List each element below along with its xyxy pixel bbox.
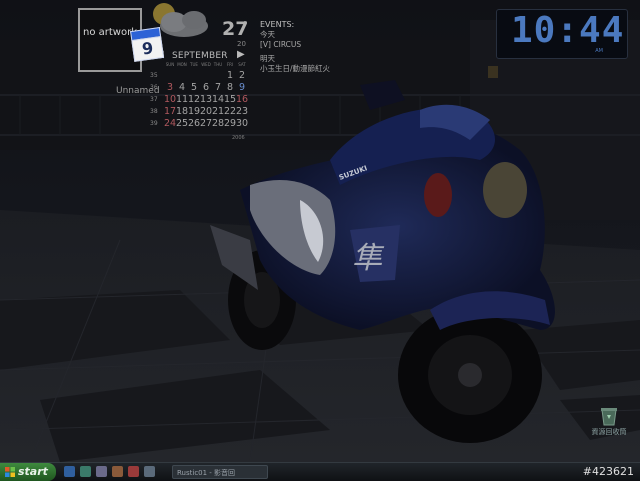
quicklaunch-media-icon[interactable] [96, 466, 107, 477]
calendar-day[interactable]: 4 [176, 82, 188, 94]
calendar-day[interactable]: 5 [188, 82, 200, 94]
calendar-day[interactable]: 29 [224, 118, 236, 130]
calendar-day[interactable]: 20 [200, 106, 212, 118]
events-widget: EVENTS: 今天 [V] CIRCUS 明天 小玉生日/動漫節紅火 [260, 20, 330, 74]
taskbar: start Rustic01 - 影音回 #423621 [0, 462, 640, 481]
calendar-week-row: 37 10 11 12 13 14 15 16 [148, 94, 252, 106]
weather-degree-symbol: ° [243, 20, 247, 29]
calendar-next-icon[interactable]: ▶ [237, 49, 245, 60]
calendar-year: 2006 [232, 135, 245, 141]
taskbar-window-button[interactable]: Rustic01 - 影音回 [172, 465, 268, 479]
calendar-day[interactable]: 10 [164, 94, 176, 106]
calendar-day[interactable]: 17 [164, 106, 176, 118]
weekday-label: SAT [238, 62, 246, 67]
calendar-week-row: 35 1 2 [148, 70, 252, 82]
weekday-label: FRI [226, 62, 234, 67]
clock-time: 10:44 [511, 10, 625, 51]
events-today-item[interactable]: [V] CIRCUS [260, 40, 330, 50]
digital-clock-widget[interactable]: 10:44 AM [496, 9, 628, 59]
windows-flag-icon [5, 467, 15, 477]
calendar-week-row: 39 24 25 26 27 28 29 30 [148, 118, 252, 130]
calendar-day[interactable]: 18 [176, 106, 188, 118]
calendar-day[interactable]: 15 [224, 94, 236, 106]
calendar-day[interactable]: 8 [224, 82, 236, 94]
calendar-day[interactable] [164, 70, 176, 82]
recycle-bin-icon [600, 406, 618, 426]
calendar-day[interactable]: 2 [236, 70, 248, 82]
events-tomorrow-item[interactable]: 小玉生日/動漫節紅火 [260, 64, 330, 74]
calendar-day[interactable]: 3 [164, 82, 176, 94]
calendar-day[interactable] [212, 70, 224, 82]
week-number: 37 [150, 96, 158, 103]
clock-ampm: AM [595, 48, 603, 54]
calendar-month: SEPTEMBER [172, 51, 228, 61]
quicklaunch-show-desktop-icon[interactable] [80, 466, 91, 477]
calendar-weekday-row: SUN MON TUE WED THU FRI SAT [164, 62, 252, 70]
calendar-day-today[interactable]: 9 [236, 82, 248, 94]
recycle-bin-shortcut[interactable]: 資源回收筒 [586, 406, 632, 437]
image-code-label: #423621 [582, 465, 634, 478]
events-today-label: 今天 [260, 30, 275, 39]
calendar-day[interactable]: 24 [164, 118, 176, 130]
calendar-day[interactable]: 27 [200, 118, 212, 130]
calendar-day[interactable] [200, 70, 212, 82]
start-button[interactable]: start [0, 463, 56, 481]
weekday-label: SUN [165, 62, 175, 67]
calendar-day[interactable]: 30 [236, 118, 248, 130]
weather-low-temperature: 20 [237, 40, 246, 48]
weekday-label: TUE [190, 62, 198, 67]
recycle-bin-label: 資源回收筒 [591, 428, 627, 436]
calendar-day[interactable] [188, 70, 200, 82]
week-number: 38 [150, 108, 158, 115]
calendar-day[interactable]: 11 [176, 94, 188, 106]
calendar-day[interactable]: 22 [224, 106, 236, 118]
weekday-label: THU [213, 62, 223, 67]
calendar-day[interactable]: 28 [212, 118, 224, 130]
calendar-day[interactable]: 14 [212, 94, 224, 106]
calendar-day[interactable]: 16 [236, 94, 248, 106]
calendar-week-row: 36 3 4 5 6 7 8 9 [148, 82, 252, 94]
quicklaunch-browser-icon[interactable] [64, 466, 75, 477]
events-tomorrow-label: 明天 [260, 54, 275, 63]
calendar-day[interactable]: 23 [236, 106, 248, 118]
events-header: EVENTS: [260, 20, 295, 29]
week-number: 39 [150, 120, 158, 127]
calendar-day[interactable]: 19 [188, 106, 200, 118]
week-number: 36 [150, 84, 158, 91]
calendar-day[interactable]: 12 [188, 94, 200, 106]
calendar-icon-day: 9 [131, 35, 165, 62]
calendar-day[interactable] [176, 70, 188, 82]
quicklaunch-app-icon[interactable] [128, 466, 139, 477]
calendar-widget: ◀ SEPTEMBER ▶ SUN MON TUE WED THU FRI SA… [148, 48, 252, 141]
calendar-day[interactable]: 1 [224, 70, 236, 82]
calendar-day[interactable]: 13 [200, 94, 212, 106]
calendar-icon[interactable]: 9 [130, 27, 165, 62]
week-number: 35 [150, 72, 158, 79]
calendar-week-row: 38 17 18 19 20 21 22 23 [148, 106, 252, 118]
calendar-day[interactable]: 7 [212, 82, 224, 94]
calendar-day[interactable]: 26 [188, 118, 200, 130]
calendar-day[interactable]: 21 [212, 106, 224, 118]
weekday-label: MON [177, 62, 187, 67]
quicklaunch-folder-icon[interactable] [112, 466, 123, 477]
calendar-day[interactable]: 6 [200, 82, 212, 94]
calendar-day[interactable]: 25 [176, 118, 188, 130]
weekday-label: WED [201, 62, 211, 67]
svg-text:隼: 隼 [352, 241, 385, 276]
quicklaunch-app2-icon[interactable] [144, 466, 155, 477]
start-label: start [18, 465, 48, 478]
